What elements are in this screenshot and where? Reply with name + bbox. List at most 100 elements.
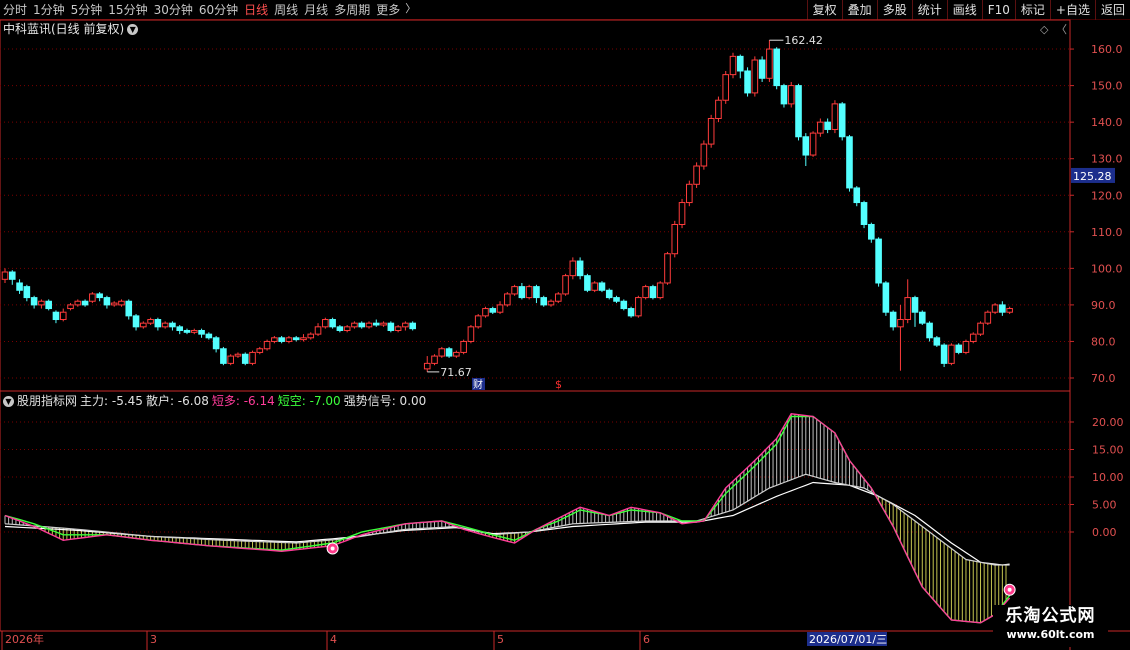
candle-down	[23, 286, 31, 299]
candle-up	[991, 304, 999, 313]
zhuli-value: 主力: -5.45	[80, 394, 143, 408]
candle-up	[74, 300, 82, 306]
chevron-down-icon[interactable]: ▼	[127, 24, 139, 35]
sanhu-value: 散户: -6.08	[145, 394, 209, 408]
candle-down	[860, 202, 868, 225]
candle-up	[307, 333, 315, 339]
ytick-label-ind-1: 15.00	[1092, 444, 1124, 457]
candle-down	[96, 293, 103, 299]
candle-down	[489, 308, 497, 313]
xtick-label-3: 5	[497, 633, 504, 646]
candle-down	[773, 48, 780, 87]
candle-down	[358, 322, 366, 328]
candle-down	[8, 271, 16, 280]
watermark-line1: 乐淘公式网	[1005, 606, 1096, 626]
candle-up	[729, 55, 737, 76]
candle-down	[598, 282, 606, 291]
candle-up	[511, 286, 518, 295]
candle-up	[787, 85, 795, 105]
candle-down	[613, 297, 620, 302]
candle-up	[482, 308, 489, 317]
candle-down	[940, 344, 948, 364]
candle-down	[372, 322, 380, 326]
chevron-down-icon[interactable]: ▼	[3, 396, 14, 407]
candle-up	[394, 326, 402, 331]
candle-down	[649, 286, 657, 299]
zhuli-line	[4, 473, 1010, 566]
candle-up	[547, 300, 555, 306]
candle-up	[831, 103, 839, 130]
ytick-label-main-5: 110.0	[1091, 226, 1123, 239]
candle-up	[707, 117, 715, 145]
candle-up	[817, 121, 824, 134]
candle-up	[671, 223, 679, 255]
candle-up	[962, 340, 970, 353]
candle-up	[249, 351, 256, 364]
diamond-icon: ◇	[1040, 23, 1049, 36]
candle-up	[977, 322, 984, 335]
candle-down	[846, 136, 853, 189]
candle-up	[453, 351, 460, 357]
indicator-panel-border	[0, 390, 1071, 632]
candle-down	[183, 329, 191, 333]
candle-down	[292, 337, 300, 341]
candle-up	[525, 286, 533, 299]
candle-down	[241, 353, 249, 364]
stock-title-text: 中科蓝讯(日线 前复权)	[3, 22, 125, 36]
candle-up	[147, 319, 154, 324]
candle-down	[52, 311, 60, 321]
candle-up	[642, 286, 649, 299]
ytick-label-ind-4: 0.00	[1092, 526, 1117, 539]
candle-down	[882, 282, 890, 313]
candle-up	[766, 48, 773, 79]
candle-up	[300, 337, 307, 341]
candle-up	[234, 353, 242, 357]
candle-up	[118, 300, 125, 306]
candle-up	[554, 293, 562, 302]
candle-down	[176, 326, 184, 331]
candle-down	[445, 348, 453, 357]
candle-up	[351, 322, 358, 328]
indicator-name: 股朋指标网	[17, 394, 78, 408]
xtick-label-0: 2026年	[5, 632, 44, 646]
candle-down	[533, 286, 540, 299]
candle-up	[984, 311, 992, 324]
candle-up	[380, 322, 387, 326]
candle-down	[933, 337, 941, 346]
candle-down	[780, 85, 788, 105]
current-price-text: 125.28	[1073, 170, 1112, 183]
duankong-line	[4, 415, 1011, 624]
signal-badge-dot-0	[330, 546, 335, 551]
candle-up	[591, 282, 598, 291]
candle-down	[212, 337, 220, 350]
candle-down	[154, 319, 162, 328]
candle-down	[336, 326, 344, 331]
candle-down	[198, 329, 205, 335]
candle-down	[853, 187, 861, 204]
candle-down	[889, 311, 897, 328]
candle-down	[802, 136, 810, 156]
candle-up	[904, 297, 912, 321]
candle-up	[562, 275, 569, 295]
ytick-label-main-3: 130.0	[1091, 153, 1123, 166]
candle-up	[343, 326, 351, 331]
stock-title[interactable]: 中科蓝讯(日线 前复权) ▼	[3, 21, 139, 37]
candle-down	[132, 315, 140, 328]
candle-up	[227, 355, 234, 364]
ytick-label-main-8: 80.0	[1091, 335, 1116, 348]
dividend-marker: $	[555, 378, 562, 391]
candle-up	[89, 293, 96, 302]
ytick-label-main-4: 120.0	[1091, 189, 1123, 202]
ytick-label-main-6: 100.0	[1091, 262, 1123, 275]
candle-up	[256, 348, 264, 353]
watermark-line2: www.60lt.com	[1006, 628, 1095, 641]
candle-up	[504, 293, 511, 306]
candle-up	[431, 355, 438, 364]
candle-down	[627, 308, 635, 317]
kline-chart[interactable]: 160.0 150.0 140.0 130.0 120.0 110.0 100.0 90.0 8…	[0, 0, 1130, 650]
ytick-label-main-0: 160.0	[1091, 43, 1123, 56]
candle-up	[635, 297, 642, 317]
candle-down	[918, 311, 926, 324]
candle-up	[751, 59, 759, 94]
watermark-logo: 乐淘公式网 www.60lt.com	[993, 605, 1108, 647]
